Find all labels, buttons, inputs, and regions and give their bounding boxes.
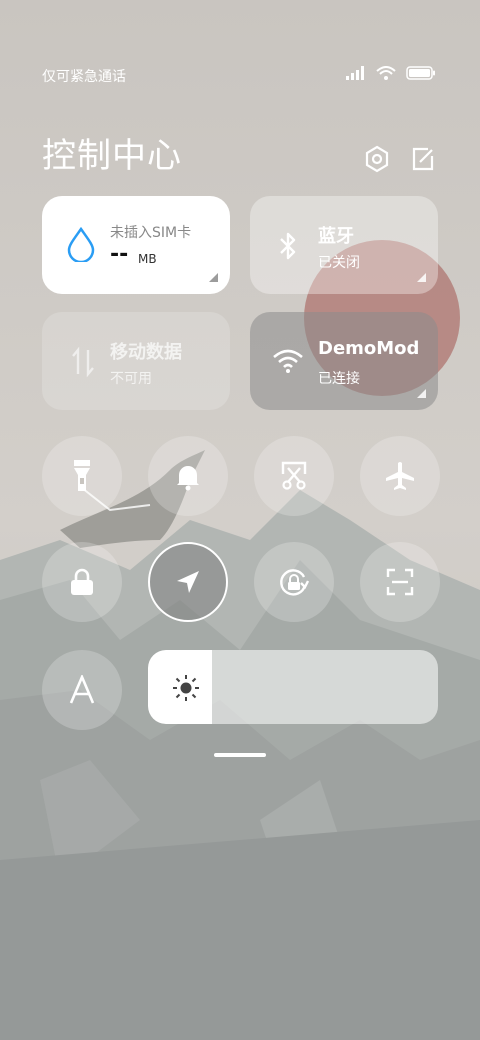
sim-status-label: 未插入SIM卡 [110,225,192,241]
mobile-data-label: 移动数据 [110,342,182,363]
edit-icon[interactable] [408,144,438,174]
font-toggle[interactable] [42,650,122,730]
bluetooth-status: 已关闭 [318,255,360,271]
settings-hexagon-icon[interactable] [362,144,392,174]
flashlight-icon [74,460,90,491]
scan-icon [386,568,414,596]
panel-drag-handle[interactable] [214,753,266,757]
mobile-data-tile[interactable]: 移动数据 不可用 [42,312,230,410]
data-usage-unit: MB [138,252,157,266]
tile-corner-indicator [209,273,218,282]
scanner-toggle[interactable] [360,542,440,622]
auto-rotate-toggle[interactable] [254,542,334,622]
water-drop-icon [67,226,95,262]
font-a-icon [69,675,95,704]
page-title: 控制中心 [42,136,182,176]
lock-toggle[interactable] [42,542,122,622]
battery-icon [406,66,435,80]
rotation-lock-icon [280,569,310,596]
location-arrow-icon [177,571,199,593]
wifi-status: 已连接 [318,371,360,387]
tile-corner-indicator [417,273,426,282]
tile-corner-indicator [417,389,426,398]
bluetooth-icon [280,232,296,260]
mobile-data-icon [72,346,94,378]
signal-icon [346,66,364,80]
screenshot-toggle[interactable] [254,436,334,516]
location-toggle[interactable] [148,542,228,622]
wifi-icon [273,349,303,373]
carrier-status: 仅可紧急通话 [42,69,126,85]
mute-toggle[interactable] [148,436,228,516]
lock-icon [71,568,93,595]
data-usage-tile[interactable]: 未插入SIM卡 -- MB [42,196,230,294]
flashlight-toggle[interactable] [42,436,122,516]
bluetooth-tile[interactable]: 蓝牙 已关闭 [250,196,438,294]
sun-icon [173,675,199,701]
wifi-icon [376,66,396,80]
bluetooth-label: 蓝牙 [318,226,354,247]
mobile-data-status: 不可用 [110,371,152,387]
data-usage-value: -- [110,242,129,267]
brightness-slider[interactable] [148,650,438,724]
wifi-tile[interactable]: DemoMod 已连接 [250,312,438,410]
airplane-toggle[interactable] [360,436,440,516]
wifi-network-name: DemoMod [318,338,420,359]
screenshot-scissors-icon [281,461,307,490]
airplane-icon [386,462,414,490]
bell-icon [177,466,199,491]
status-icons [346,66,436,80]
